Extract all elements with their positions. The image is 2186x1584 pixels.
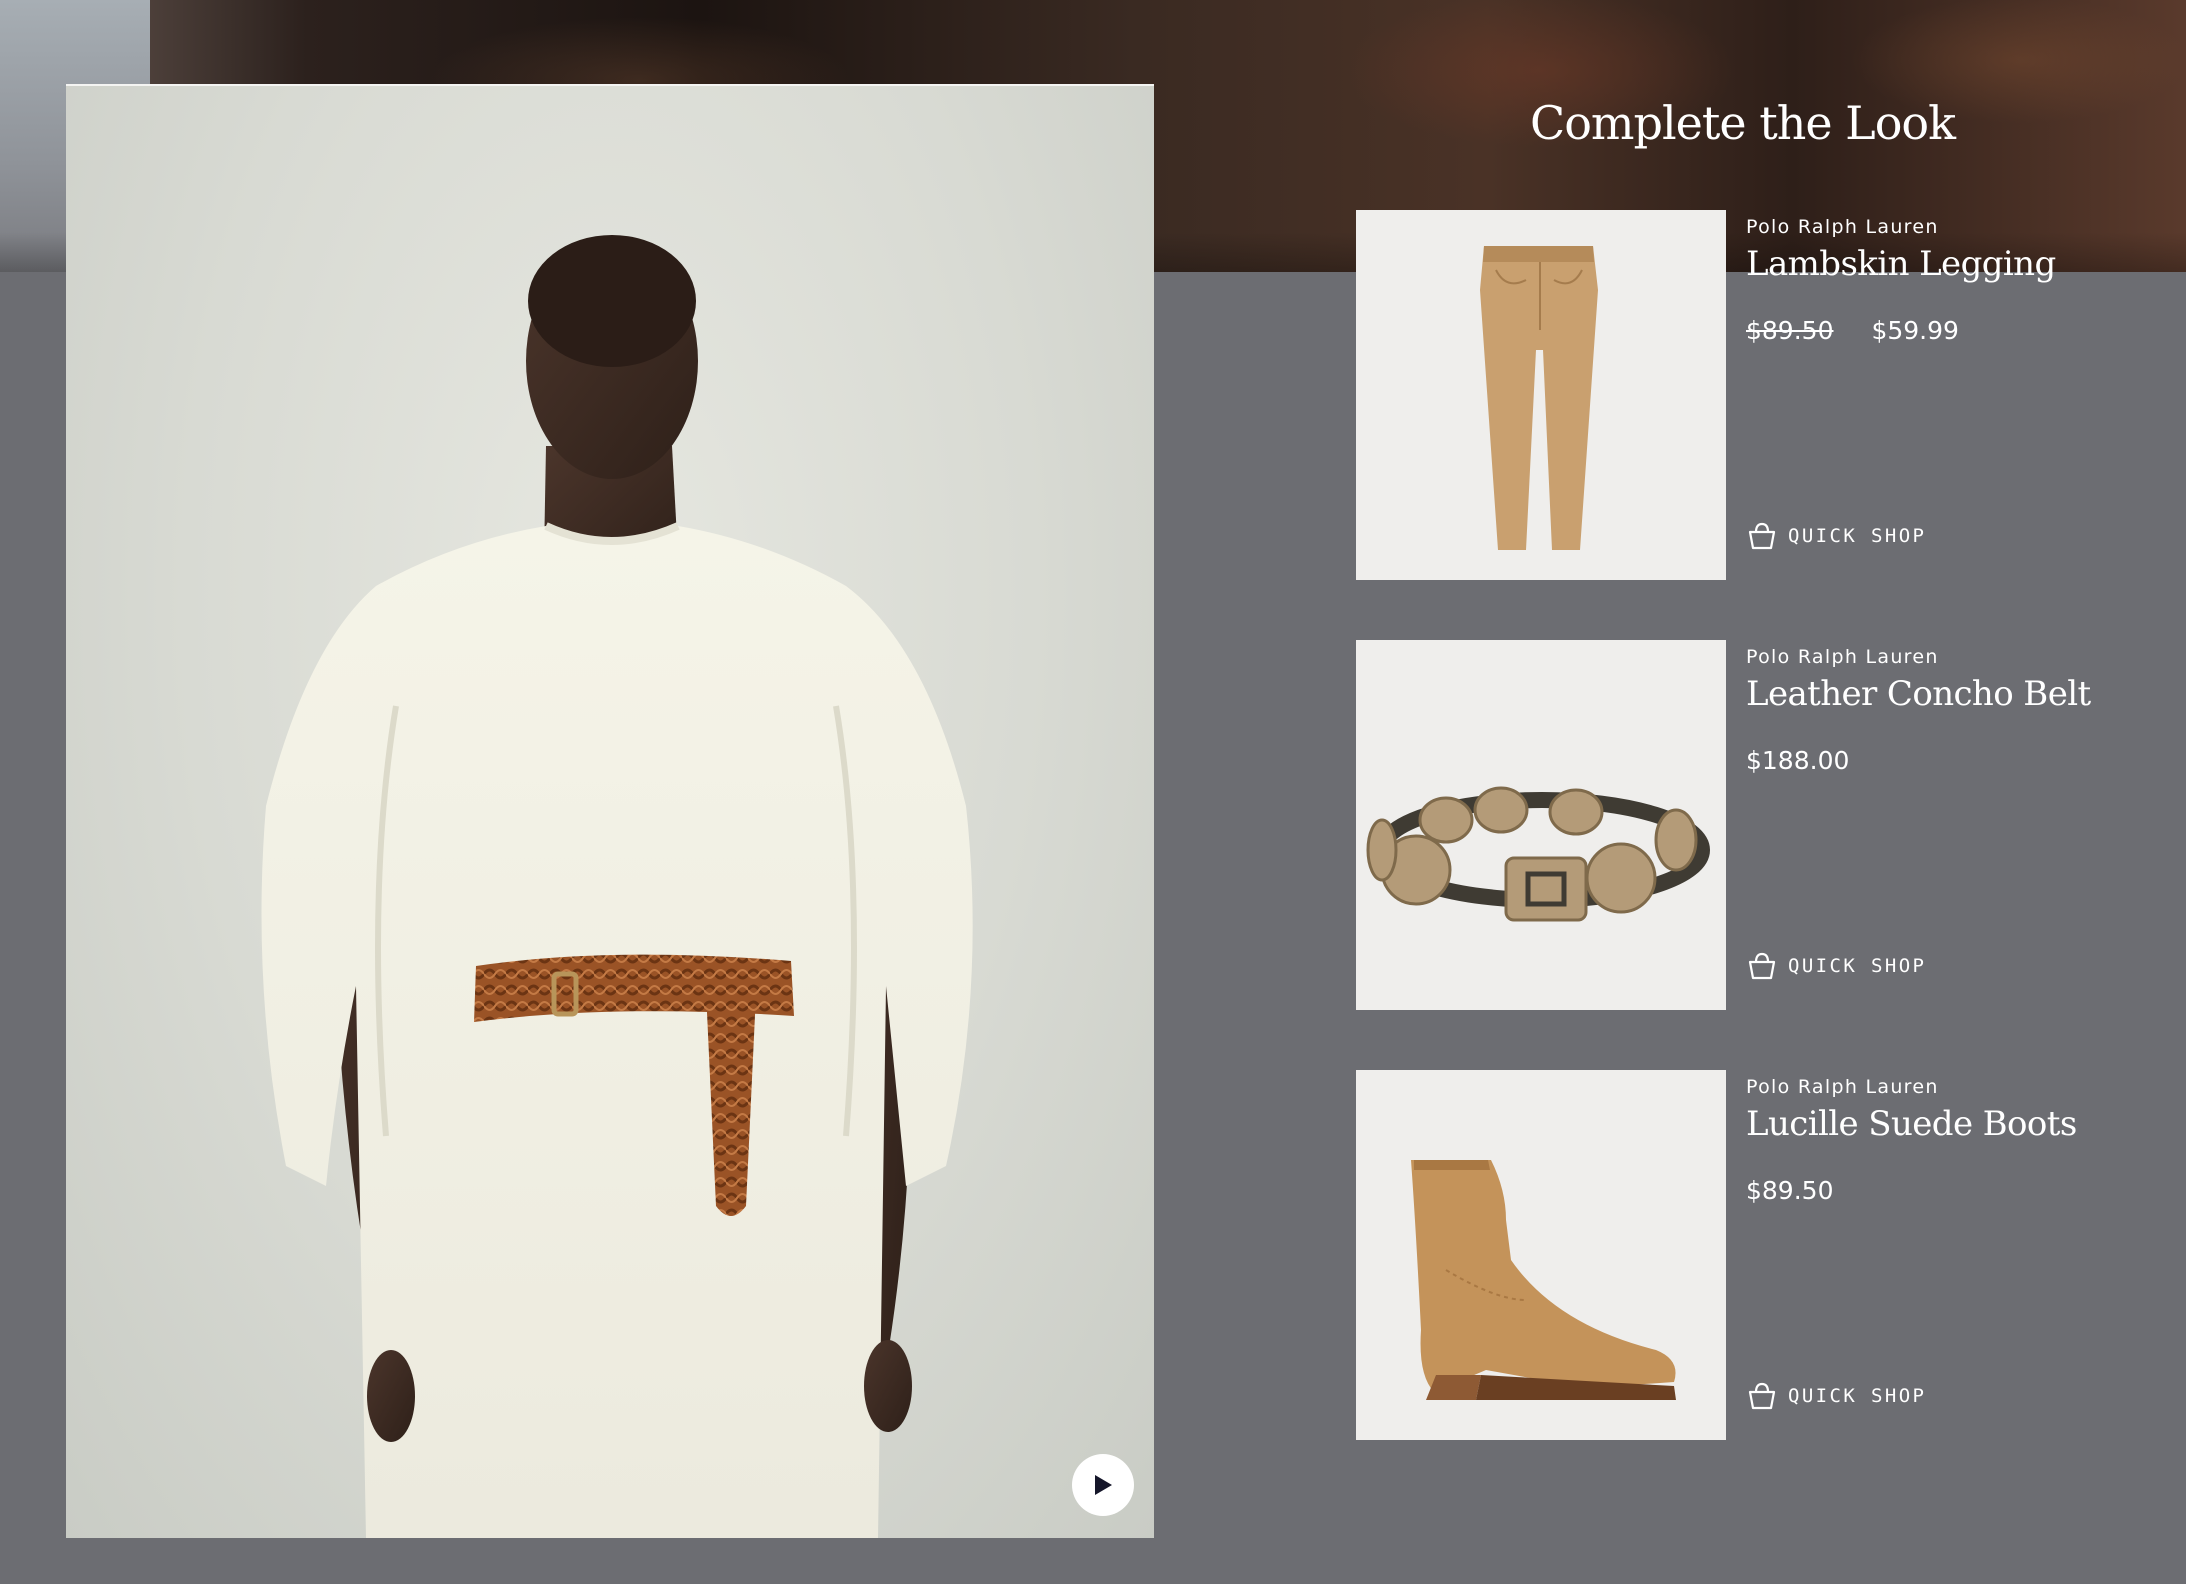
suede-boot-illustration (1411, 1160, 1676, 1400)
basket-icon (1748, 1382, 1776, 1410)
sale-price: $188.00 (1746, 746, 1850, 775)
concho-belt-illustration (1366, 786, 1710, 922)
product-name-link[interactable]: Lambskin Legging (1746, 244, 2056, 284)
product-price: $188.00 (1746, 746, 1849, 775)
product-brand: Polo Ralph Lauren (1746, 1076, 1939, 1098)
play-icon (1095, 1475, 1112, 1495)
product-price: $89.50 $59.99 (1746, 316, 1959, 345)
product-image-boots[interactable] (1356, 1070, 1726, 1440)
product-image-belt[interactable] (1356, 640, 1726, 1010)
legging-illustration (1480, 246, 1598, 550)
product-name-link[interactable]: Lucille Suede Boots (1746, 1104, 2077, 1144)
original-price: $89.50 (1746, 316, 1834, 345)
quick-shop-label: QUICK SHOP (1788, 955, 1927, 977)
basket-icon (1748, 952, 1776, 980)
quick-shop-label: QUICK SHOP (1788, 1385, 1927, 1407)
product-name-link[interactable]: Leather Concho Belt (1746, 674, 2091, 714)
quick-shop-button[interactable]: QUICK SHOP (1746, 1380, 1926, 1412)
sale-price: $89.50 (1746, 1176, 1834, 1205)
section-title: Complete the Look (1530, 96, 1956, 150)
product-card-lucille-suede-boots: Polo Ralph Lauren Lucille Suede Boots $8… (1356, 1070, 2156, 1440)
product-card-lambskin-legging: Polo Ralph Lauren Lambskin Legging $89.5… (1356, 210, 2156, 580)
product-card-leather-concho-belt: Polo Ralph Lauren Leather Concho Belt $1… (1356, 640, 2156, 1010)
main-look-image[interactable] (66, 84, 1154, 1538)
quick-shop-button[interactable]: QUICK SHOP (1746, 520, 1926, 552)
product-brand: Polo Ralph Lauren (1746, 216, 1939, 238)
product-price: $89.50 (1746, 1176, 1833, 1205)
quick-shop-button[interactable]: QUICK SHOP (1746, 950, 1926, 982)
product-image-legging[interactable] (1356, 210, 1726, 580)
play-video-button[interactable] (1072, 1454, 1134, 1516)
basket-icon (1748, 522, 1776, 550)
sale-price: $59.99 (1871, 316, 1959, 345)
quick-shop-label: QUICK SHOP (1788, 525, 1927, 547)
product-brand: Polo Ralph Lauren (1746, 646, 1939, 668)
model-photo-illustration (261, 235, 973, 1538)
